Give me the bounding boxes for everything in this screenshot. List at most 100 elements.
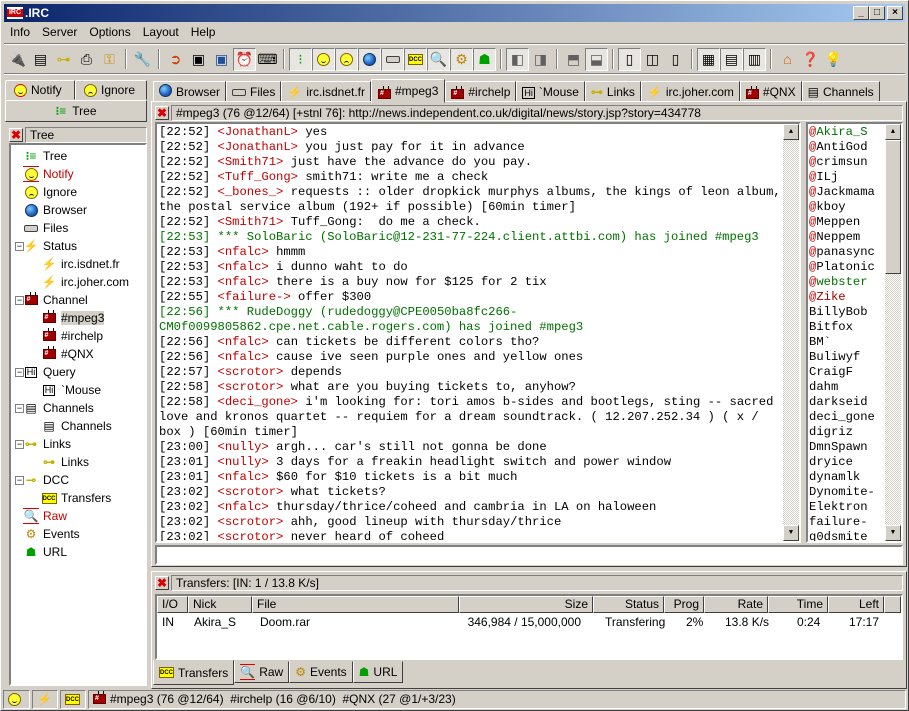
message-nick[interactable]: <nully>	[218, 455, 269, 469]
tree-item-browser[interactable]: Browser	[23, 201, 87, 219]
tab-notify[interactable]: Notify	[5, 80, 75, 100]
message-nick[interactable]: <_bones_>	[218, 185, 284, 199]
nick-item[interactable]: Dynomite-	[809, 485, 875, 500]
printer-icon[interactable]: ⎙	[75, 48, 98, 71]
nick-item[interactable]: digriz	[809, 425, 875, 440]
dcc-icon[interactable]: DCC	[404, 47, 427, 71]
collapse-toggle[interactable]: −	[15, 440, 24, 449]
tab-irc-joher-com[interactable]: ⚡ irc.joher.com	[640, 81, 740, 102]
chat-scrollbar[interactable]: ▲ ▼	[783, 124, 799, 541]
status-dcc-button[interactable]: DCC	[60, 689, 86, 709]
nick-item[interactable]: @kboy	[809, 200, 875, 215]
home-icon[interactable]: ⌂	[776, 48, 799, 71]
nick-item[interactable]: dryice	[809, 455, 875, 470]
column-left[interactable]: Left	[828, 596, 884, 613]
message-nick[interactable]: <scrotor>	[218, 380, 284, 394]
nick-item[interactable]: Buliwyf	[809, 350, 875, 365]
nick-item[interactable]: g0dsmite	[809, 530, 875, 541]
nick-item[interactable]: @Zike	[809, 290, 875, 305]
layout-2-icon[interactable]: ◫	[641, 48, 664, 71]
tab-mpeg3[interactable]: # #mpeg3	[371, 79, 446, 103]
nick-item[interactable]: @Meppen	[809, 215, 875, 230]
globe-icon[interactable]	[358, 47, 381, 71]
scroll-down-button[interactable]: ▼	[885, 525, 901, 541]
message-nick[interactable]: <Tuff_Gong>	[218, 170, 298, 184]
tree-item-links[interactable]: ⊶ Links	[23, 435, 71, 453]
tree-item-ircisdnetfr[interactable]: ⚡ irc.isdnet.fr	[41, 255, 120, 273]
column-file[interactable]: File	[252, 596, 459, 613]
view-3-icon[interactable]: ▥	[743, 47, 766, 71]
nick-item[interactable]: deci_gone	[809, 410, 875, 425]
message-nick[interactable]: <nfalc>	[218, 470, 269, 484]
message-nick[interactable]: <failure->	[218, 290, 291, 304]
tree-item-raw[interactable]: 🔍 Raw	[23, 507, 67, 525]
tab-events[interactable]: ⚙ Events	[289, 661, 353, 683]
nick-item[interactable]: Bitfox	[809, 320, 875, 335]
tree-item-query[interactable]: Hi Query	[23, 363, 76, 381]
tree-item-channel[interactable]: # Channel	[23, 291, 88, 309]
tab-url[interactable]: ☗ URL	[352, 661, 404, 683]
tab-mouse[interactable]: Hi `Mouse	[516, 81, 585, 102]
message-nick[interactable]: <scrotor>	[218, 485, 284, 499]
close-button[interactable]: ×	[887, 6, 903, 20]
key-icon[interactable]: ⚿	[98, 48, 121, 71]
tape-icon[interactable]: ▣	[210, 48, 233, 71]
frown-icon[interactable]	[335, 47, 358, 71]
tree-item-ircjohercom[interactable]: ⚡ irc.joher.com	[41, 273, 130, 291]
view-1-icon[interactable]: ▦	[697, 47, 720, 71]
menu-help[interactable]: Help	[185, 23, 222, 42]
nick-item[interactable]: Elektron	[809, 500, 875, 515]
tab-transfers[interactable]: DCC Transfers	[153, 660, 235, 685]
nick-item[interactable]: @ILj	[809, 170, 875, 185]
dock-right-icon[interactable]: ◨	[529, 48, 552, 71]
column-io[interactable]: I/O	[157, 596, 188, 613]
nick-item[interactable]: @Akira_S	[809, 125, 875, 140]
scroll-thumb[interactable]	[885, 140, 901, 274]
message-nick[interactable]: <JonathanL>	[218, 140, 298, 154]
smiley-icon[interactable]	[312, 47, 335, 71]
message-nick[interactable]: <nfalc>	[218, 275, 269, 289]
disk-icon[interactable]	[381, 47, 404, 71]
tree-item-ignore[interactable]: Ignore	[23, 183, 77, 201]
column-nick[interactable]: Nick	[188, 596, 252, 613]
nick-item[interactable]: @Platonic	[809, 260, 875, 275]
tree-item-status[interactable]: ⚡ Status	[23, 237, 78, 255]
nick-item[interactable]: @webster	[809, 275, 875, 290]
message-nick[interactable]: <nfalc>	[218, 350, 269, 364]
tree-item-tree[interactable]: ⁝≡ Tree	[23, 147, 68, 165]
column-time[interactable]: Time	[768, 596, 828, 613]
tree-item-irchelp[interactable]: # #irchelp	[41, 327, 103, 345]
message-nick[interactable]: <nfalc>	[218, 245, 269, 259]
nick-item[interactable]: BillyBob	[809, 305, 875, 320]
keyboard-icon[interactable]: ⌨	[256, 48, 279, 71]
maximize-button[interactable]: □	[869, 6, 885, 20]
message-nick[interactable]: <scrotor>	[218, 365, 284, 379]
tree-item-links[interactable]: ⊶ Links	[41, 453, 89, 471]
column-size[interactable]: Size	[459, 596, 593, 613]
tree-icon[interactable]: ⁝	[289, 47, 312, 71]
tree-item-mpeg3[interactable]: # #mpeg3	[41, 309, 105, 327]
tree-item-notify[interactable]: Notify	[23, 165, 74, 183]
gear-icon[interactable]: ⚙	[450, 47, 473, 71]
tree-item-mouse[interactable]: Hi `Mouse	[41, 381, 101, 399]
tree-item-channels[interactable]: ▤ Channels	[23, 399, 93, 417]
column-status[interactable]: Status	[593, 596, 664, 613]
message-nick[interactable]: <nfalc>	[218, 500, 269, 514]
portrait-icon[interactable]: ▣	[187, 48, 210, 71]
nick-list-scrollbar[interactable]: ▲ ▼	[885, 124, 901, 541]
tree-item-dcc[interactable]: ⊸ DCC	[23, 471, 69, 489]
document-icon[interactable]: ▤	[29, 48, 52, 71]
status-server-button[interactable]: ⚡	[32, 689, 58, 709]
dock-bottom-icon[interactable]: ⬓	[585, 47, 608, 71]
nick-item[interactable]: failure-	[809, 515, 875, 530]
exit-icon[interactable]: ➲	[164, 48, 187, 71]
tree-item-channels[interactable]: ▤ Channels	[41, 417, 111, 435]
column-prog[interactable]: Prog	[664, 596, 704, 613]
dock-top-icon[interactable]: ⬒	[562, 48, 585, 71]
tab-files[interactable]: Files	[226, 81, 282, 102]
close-transfers-button[interactable]: ✖	[155, 576, 169, 590]
transfer-row[interactable]: IN Akira_S Doom.rar 346,984 / 15,000,000…	[157, 615, 901, 631]
message-nick[interactable]: <nfalc>	[218, 335, 269, 349]
tab-channels[interactable]: ▤ Channels	[801, 81, 880, 102]
scroll-down-button[interactable]: ▼	[783, 525, 799, 541]
